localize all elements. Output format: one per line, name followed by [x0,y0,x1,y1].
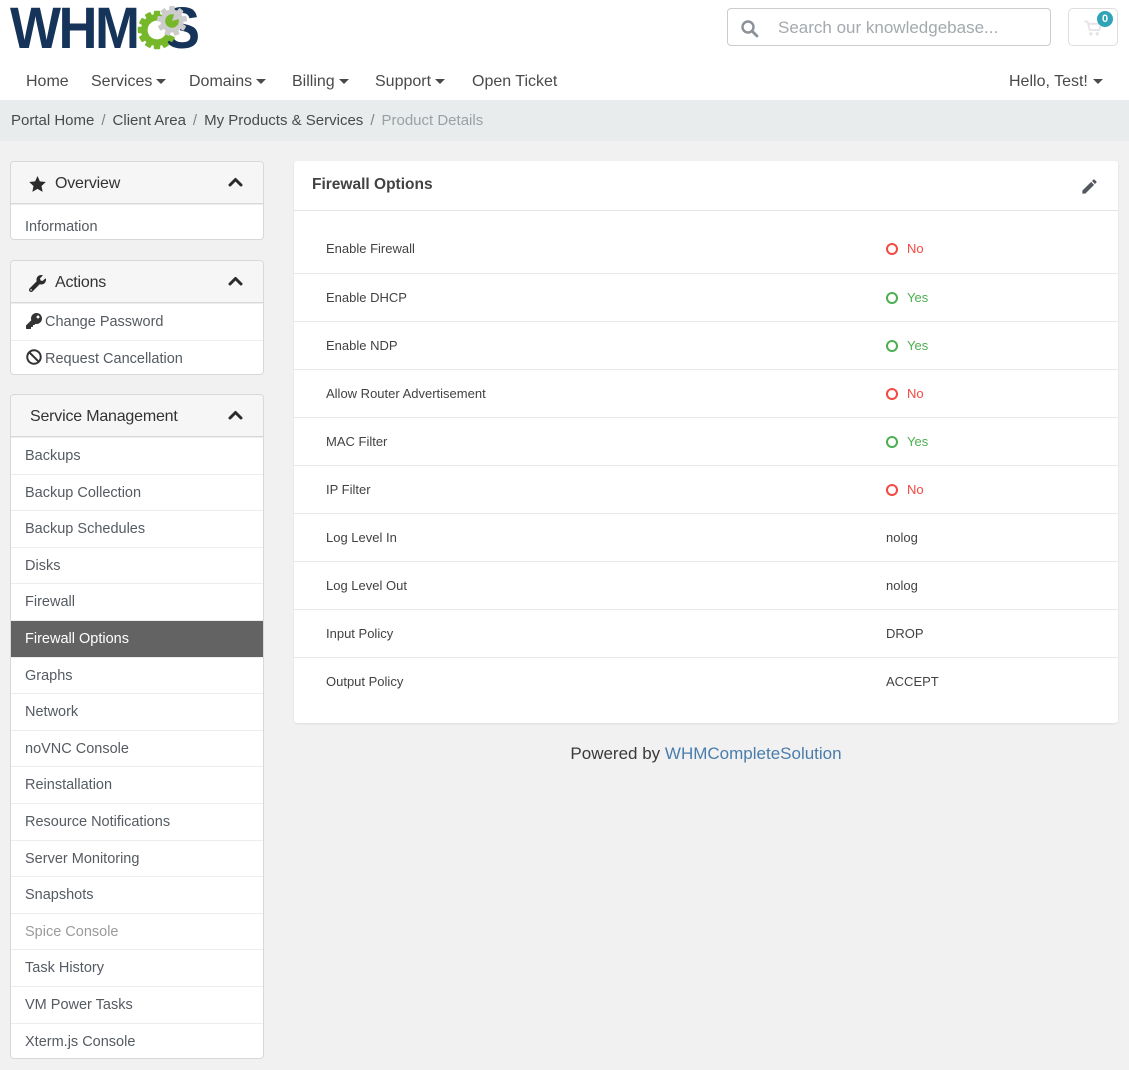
svg-text:WHM: WHM [10,0,137,60]
